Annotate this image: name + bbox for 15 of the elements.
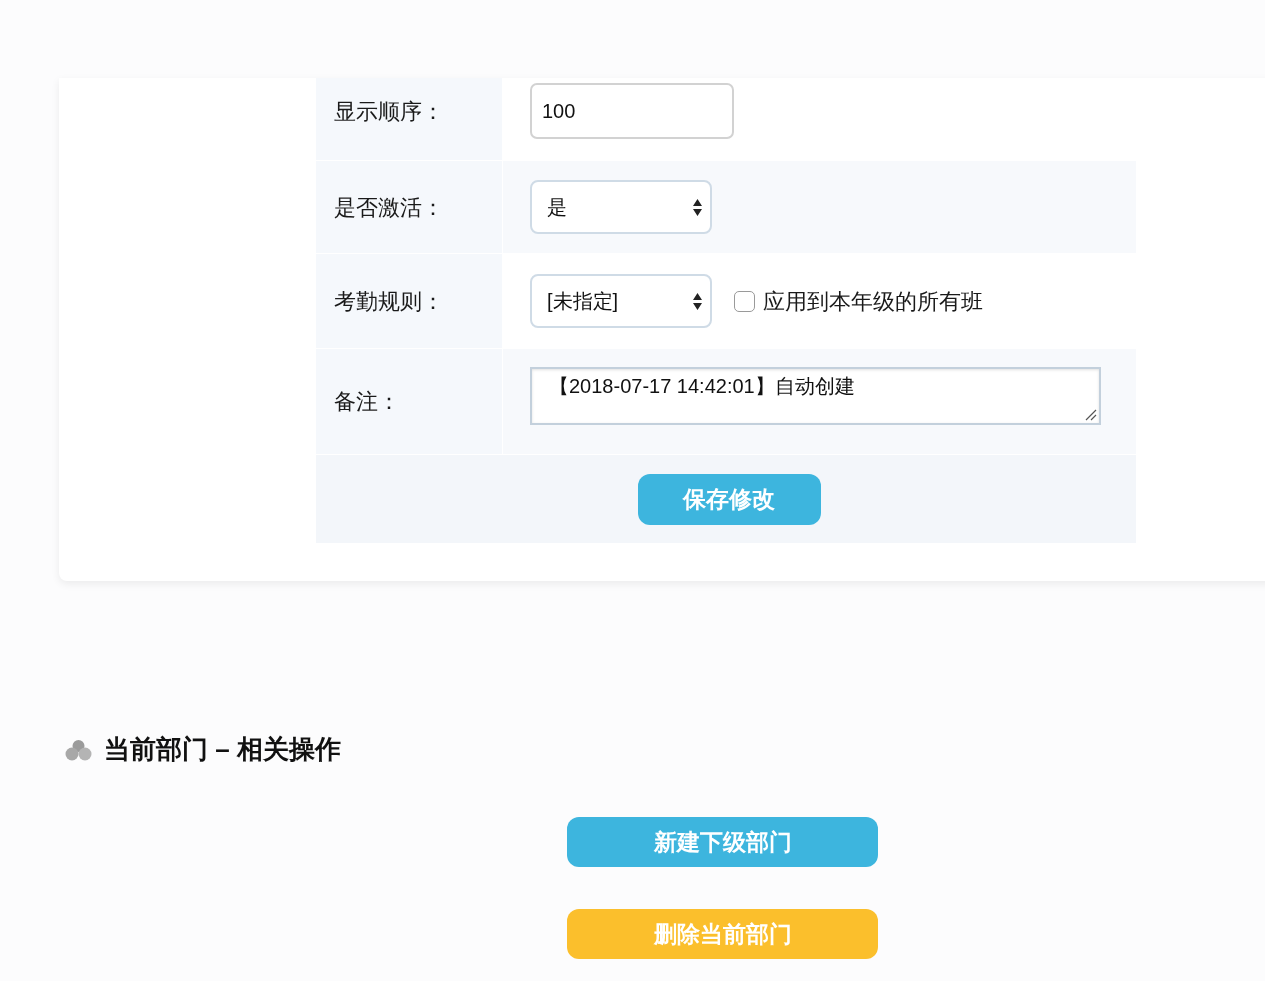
field-label: 显示顺序： <box>334 97 444 126</box>
select-dropdown[interactable]: 是 <box>530 180 712 234</box>
text-input[interactable]: 100 <box>530 83 734 139</box>
checkbox-label: 应用到本年级的所有班 <box>763 287 983 316</box>
section-title: 当前部门 – 相关操作 <box>104 733 341 766</box>
field-label: 备注： <box>334 388 400 416</box>
field-label: 是否激活： <box>334 193 444 222</box>
resize-handle-icon[interactable] <box>1085 409 1097 421</box>
select-dropdown[interactable]: [未指定] <box>530 274 712 328</box>
field-label: 考勤规则： <box>334 287 444 316</box>
textarea-field[interactable]: 【2018-07-17 14:42:01】自动创建 <box>530 367 1101 425</box>
updown-caret-icon <box>693 198 702 216</box>
checkbox[interactable] <box>734 290 755 312</box>
cluster-icon <box>65 738 92 761</box>
updown-caret-icon <box>693 292 702 310</box>
